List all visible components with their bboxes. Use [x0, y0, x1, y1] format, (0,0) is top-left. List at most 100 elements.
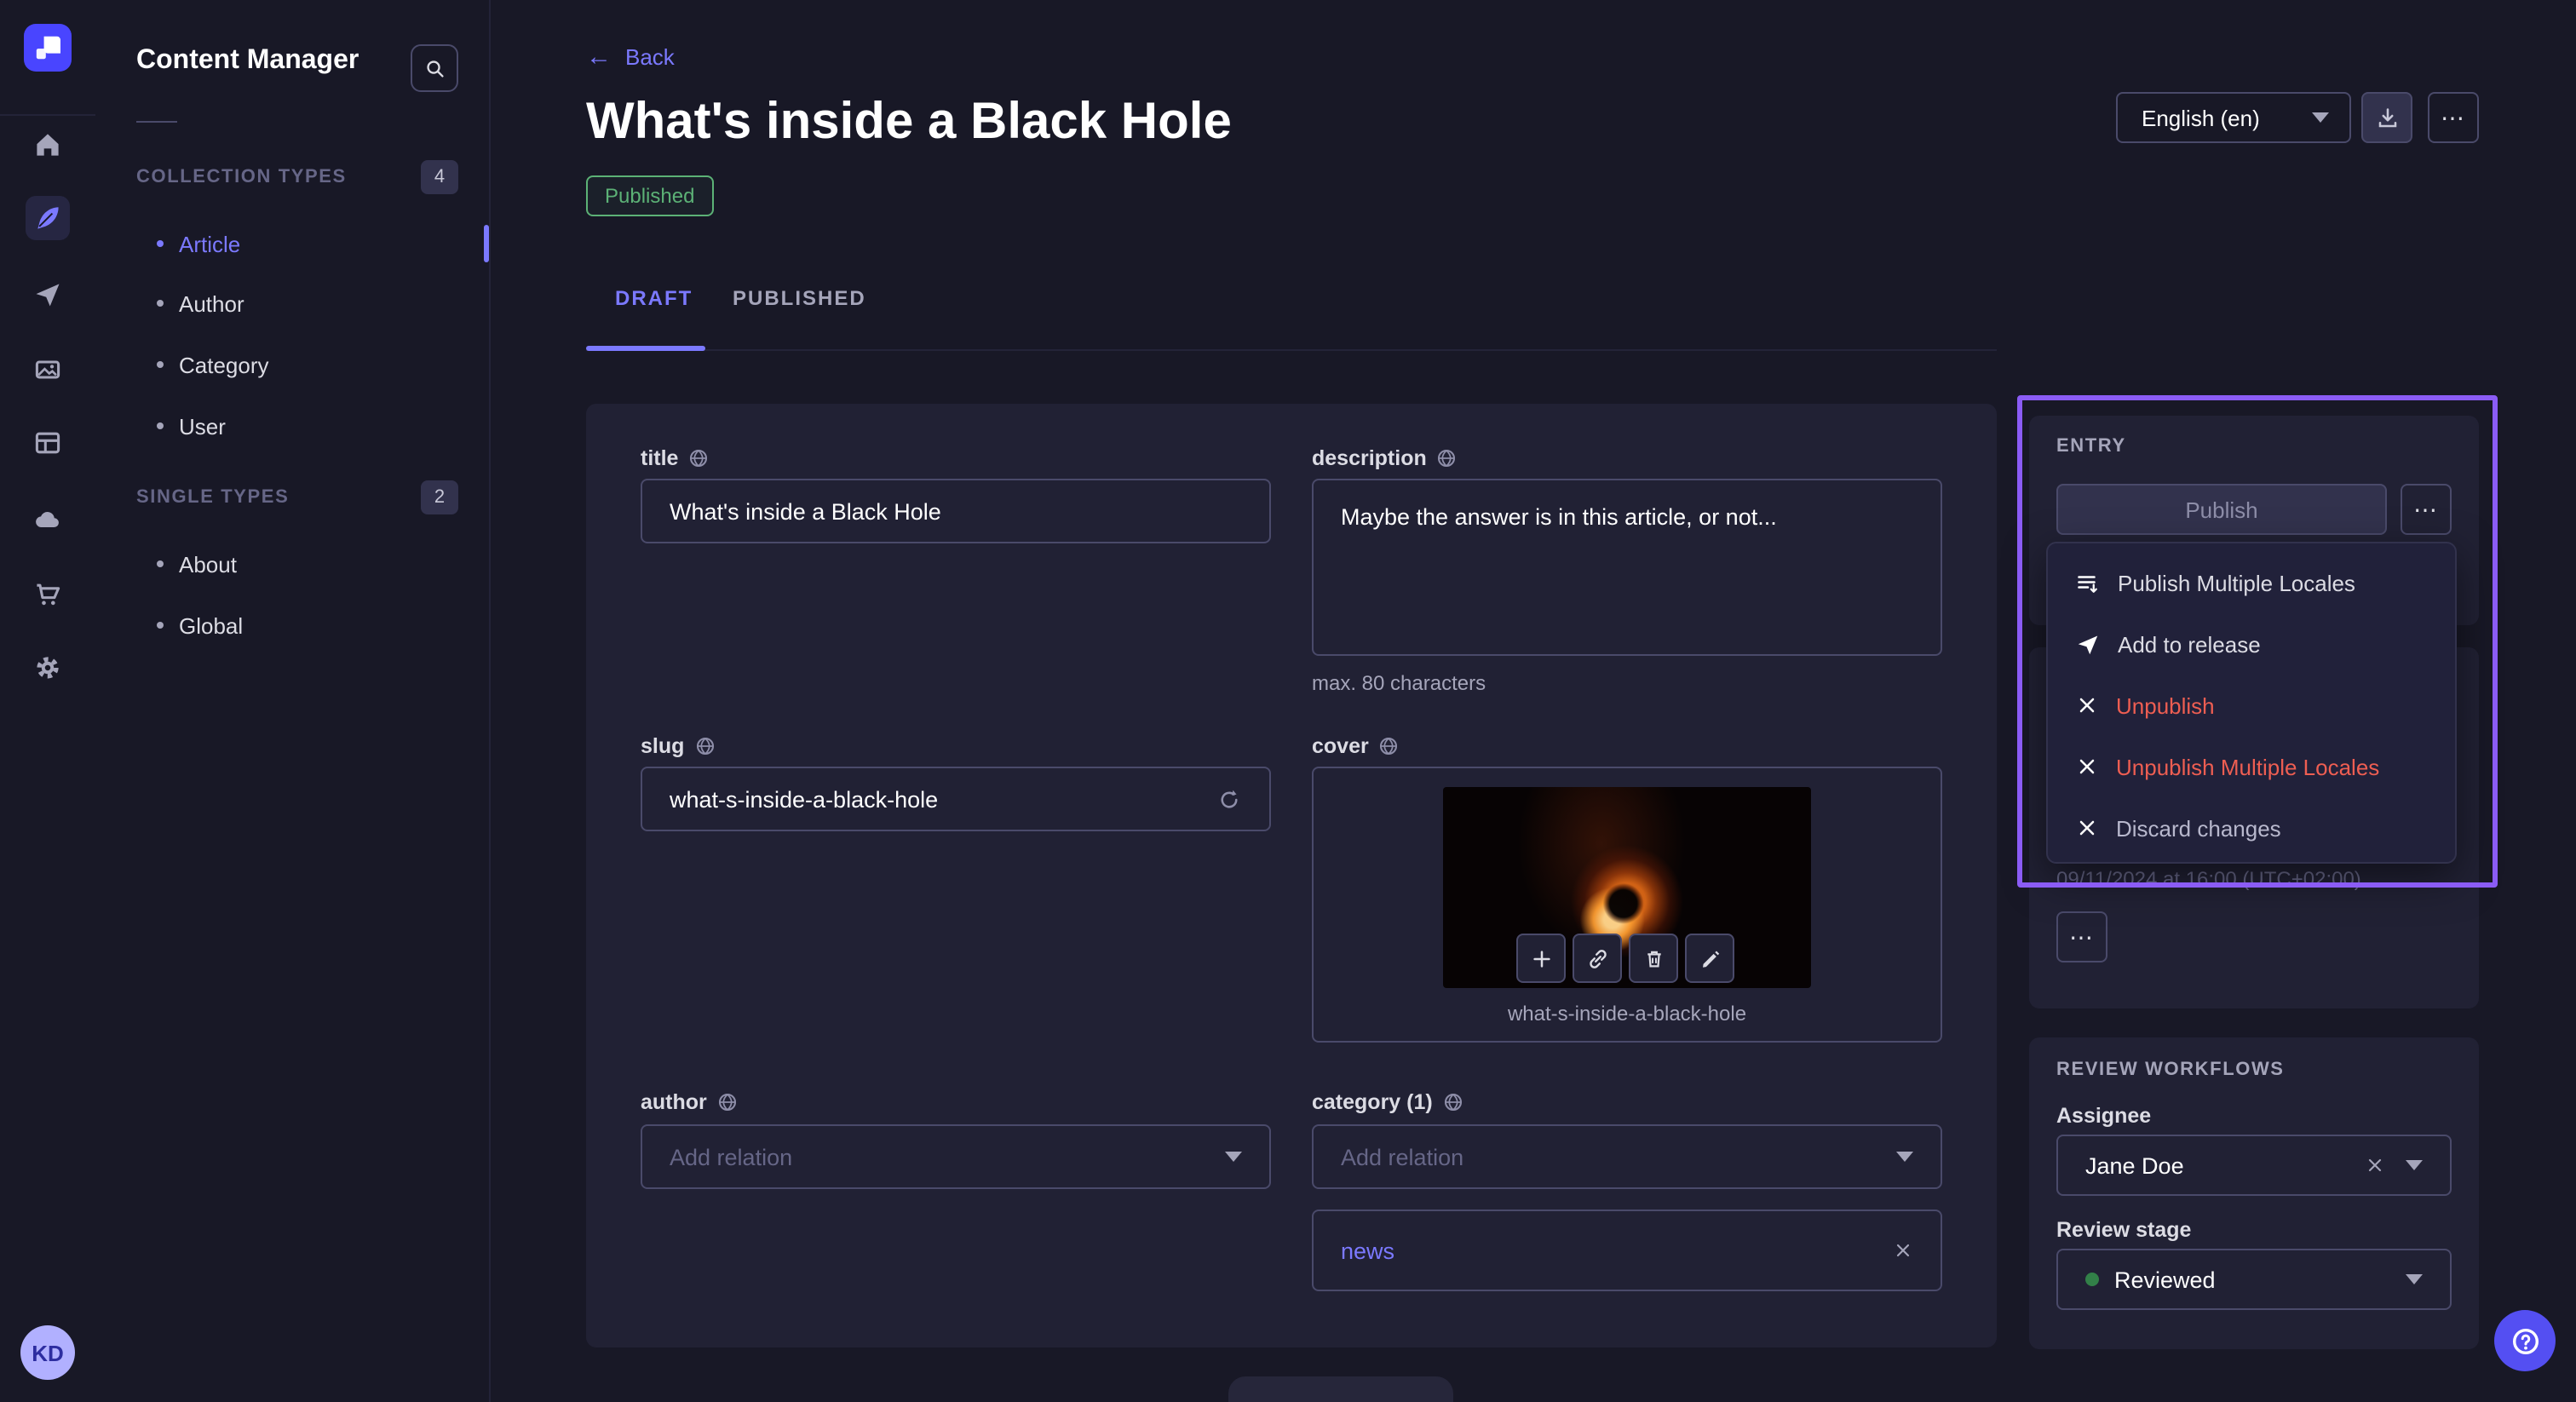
title-field-label: title	[641, 446, 709, 470]
ellipsis-icon: ⋯	[2069, 925, 2095, 949]
tab-draft[interactable]: DRAFT	[615, 286, 693, 310]
relation-link[interactable]: news	[1341, 1238, 1394, 1263]
chevron-down-icon	[1896, 1152, 1913, 1162]
header-more-button[interactable]: ⋯	[2428, 92, 2479, 143]
menu-item-unpublish-multiple-locales[interactable]: Unpublish Multiple Locales	[2048, 736, 2455, 797]
question-mark-icon	[2509, 1324, 2541, 1357]
sidebar-divider	[136, 121, 177, 123]
bullet-icon	[157, 361, 164, 368]
entry-more-button[interactable]: ⋯	[2401, 484, 2452, 535]
back-link[interactable]: ← Back	[586, 44, 675, 70]
section-single-types: SINGLE TYPES	[136, 487, 289, 508]
description-textarea[interactable]: Maybe the answer is in this article, or …	[1312, 479, 1942, 656]
edit-media-button[interactable]	[1685, 934, 1734, 983]
ellipsis-icon: ⋯	[2441, 106, 2466, 129]
copy-link-button[interactable]	[1573, 934, 1622, 983]
entry-heading: ENTRY	[2056, 436, 2126, 457]
marketplace-icon[interactable]	[26, 572, 70, 617]
export-button[interactable]	[2361, 92, 2412, 143]
cover-actions	[1516, 934, 1734, 983]
chevron-down-icon	[1225, 1152, 1242, 1162]
home-icon[interactable]	[26, 123, 70, 167]
sidebar-item-category[interactable]: Category	[157, 344, 463, 385]
releases-icon[interactable]	[26, 273, 70, 317]
menu-item-publish-multiple-locales[interactable]: Publish Multiple Locales	[2048, 552, 2455, 613]
cover-field-label: cover	[1312, 734, 1400, 758]
deploy-cloud-icon[interactable]	[26, 497, 70, 542]
draft-published-tabs: DRAFT PUBLISHED	[586, 273, 1997, 351]
globe-icon	[688, 448, 709, 468]
release-more-button[interactable]: ⋯	[2056, 911, 2107, 962]
menu-item-add-to-release[interactable]: Add to release	[2048, 613, 2455, 675]
search-button[interactable]	[411, 44, 458, 92]
stage-status-dot	[2085, 1273, 2099, 1286]
globe-icon	[1443, 1092, 1463, 1112]
back-arrow-icon: ←	[586, 44, 612, 70]
review-stage-select[interactable]: Reviewed	[2056, 1249, 2452, 1310]
category-field-label: category (1)	[1312, 1090, 1463, 1114]
single-types-count-badge: 2	[421, 480, 458, 514]
media-library-icon[interactable]	[26, 348, 70, 392]
delete-media-button[interactable]	[1629, 934, 1678, 983]
section-collection-types: COLLECTION TYPES	[136, 167, 347, 187]
menu-item-unpublish[interactable]: Unpublish	[2048, 675, 2455, 736]
chevron-down-icon	[2406, 1274, 2423, 1284]
sidebar-item-author[interactable]: Author	[157, 283, 463, 324]
pencil-icon	[1698, 946, 1722, 970]
bullet-icon	[157, 560, 164, 567]
x-icon	[2075, 693, 2099, 717]
category-relation-select[interactable]: Add relation	[1312, 1124, 1942, 1189]
collection-types-count-badge: 4	[421, 160, 458, 194]
active-tab-underline	[586, 346, 705, 351]
menu-item-discard-changes[interactable]: Discard changes	[2048, 797, 2455, 859]
rail-divider	[0, 114, 95, 116]
regenerate-slug-icon[interactable]	[1216, 786, 1242, 812]
link-icon	[1585, 946, 1609, 970]
sidebar-item-about[interactable]: About	[157, 543, 463, 584]
content-manager-icon[interactable]	[26, 196, 70, 240]
x-icon	[2075, 816, 2099, 840]
slug-input[interactable]: what-s-inside-a-black-hole	[641, 767, 1271, 831]
page-title: What's inside a Black Hole	[586, 94, 1232, 152]
title-input[interactable]: What's inside a Black Hole	[641, 479, 1271, 543]
description-helper-text: max. 80 characters	[1312, 671, 1486, 695]
status-badge: Published	[586, 175, 713, 216]
strapi-logo[interactable]	[24, 24, 72, 72]
clear-assignee-icon[interactable]	[2365, 1155, 2385, 1175]
sidebar-item-user[interactable]: User	[157, 405, 463, 446]
content-manager-sidebar	[95, 0, 491, 1402]
app-root: KD Content Manager COLLECTION TYPES 4 Ar…	[0, 0, 2576, 1402]
sidebar-item-global[interactable]: Global	[157, 605, 463, 646]
globe-icon	[717, 1092, 738, 1112]
locale-select[interactable]: English (en)	[2116, 92, 2351, 143]
assignee-select[interactable]: Jane Doe	[2056, 1135, 2452, 1196]
globe-icon	[1437, 448, 1458, 468]
add-component-button-partial[interactable]	[1228, 1376, 1453, 1402]
sidebar-item-article[interactable]: Article	[157, 223, 463, 264]
globe-icon	[1379, 736, 1400, 756]
tab-published[interactable]: PUBLISHED	[733, 286, 866, 310]
content-type-builder-icon[interactable]	[26, 421, 70, 465]
category-relation-item: news	[1312, 1210, 1942, 1291]
author-field-label: author	[641, 1090, 738, 1114]
remove-relation-icon[interactable]	[1893, 1240, 1913, 1261]
scheduled-date-text: 09/11/2024 at 16:00 (UTC+02:00)	[2056, 867, 2361, 891]
bullet-icon	[157, 422, 164, 429]
settings-gear-icon[interactable]	[26, 646, 70, 690]
publish-button[interactable]: Publish	[2056, 484, 2387, 535]
slug-field-label: slug	[641, 734, 715, 758]
bullet-icon	[157, 622, 164, 629]
author-relation-select[interactable]: Add relation	[641, 1124, 1271, 1189]
add-media-button[interactable]	[1516, 934, 1566, 983]
review-stage-label: Review stage	[2056, 1218, 2191, 1242]
active-item-indicator	[484, 225, 489, 262]
review-workflows-heading: REVIEW WORKFLOWS	[2056, 1060, 2285, 1080]
user-avatar[interactable]: KD	[20, 1325, 75, 1380]
chevron-down-icon	[2312, 112, 2329, 123]
bullet-icon	[157, 300, 164, 307]
publish-options-menu: Publish Multiple Locales Add to release …	[2046, 542, 2457, 864]
help-button[interactable]	[2494, 1310, 2556, 1371]
ellipsis-icon: ⋯	[2413, 497, 2439, 521]
globe-icon	[694, 736, 715, 756]
chevron-down-icon	[2406, 1160, 2423, 1170]
